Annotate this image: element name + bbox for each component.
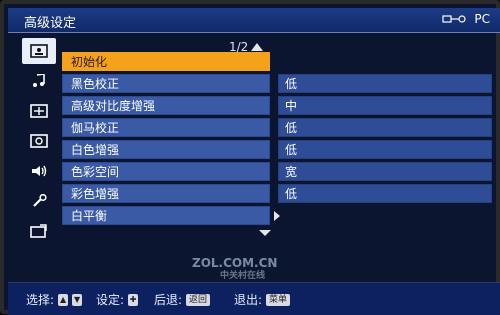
menu-row-reset[interactable]: 初始化	[62, 52, 492, 71]
category-sidebar	[22, 38, 56, 248]
footer-select-hint: 选择: ▲ ▼	[26, 291, 83, 308]
scroll-down-icon[interactable]	[259, 230, 271, 236]
menu-row-label: 黑色校正	[62, 74, 270, 93]
wrench-icon	[33, 194, 47, 207]
menu-row-gamma[interactable]: 伽马校正 低	[62, 118, 492, 137]
menu-row-label: 白平衡	[62, 206, 270, 225]
footer-exit-hint: 退出: 菜单	[234, 291, 291, 308]
menu-key: 菜单	[266, 293, 291, 306]
footer-set-hint: 设定: ✚	[96, 291, 139, 308]
sidebar-item-setup[interactable]	[22, 188, 56, 214]
menu-row-label: 伽马校正	[62, 118, 270, 137]
select-label: 选择:	[26, 293, 55, 307]
menu-row-value[interactable]: 低	[278, 140, 492, 159]
menu-row-label: 高级对比度增强	[62, 96, 270, 115]
menu-row-contrast-enhance[interactable]: 高级对比度增强 中	[62, 96, 492, 115]
menu-row-label: 白色增强	[62, 140, 270, 159]
sidebar-item-picture[interactable]	[22, 38, 56, 64]
enter-key-icon: ✚	[128, 293, 139, 306]
input-source-label: PC	[474, 12, 490, 26]
menu-row-black-correction[interactable]: 黑色校正 低	[62, 74, 492, 93]
menu-row-value[interactable]: 低	[278, 74, 492, 93]
back-key: 返回	[186, 293, 211, 306]
input-select-icon	[30, 224, 47, 238]
sidebar-item-screen[interactable]	[22, 98, 56, 124]
menu-row-color-space[interactable]: 色彩空间 宽	[62, 162, 492, 181]
screen-adjust-icon	[30, 104, 48, 118]
menu-row-label: 彩色增强	[62, 184, 270, 203]
osd-frame: 高级设定 PC 1/2 初始化 黑色校正 低 高级对比度增强 中 伽马校正 低 …	[0, 0, 500, 315]
sidebar-item-audio[interactable]	[22, 68, 56, 94]
watermark: ZOL.COM.CN 中关村在线	[192, 256, 277, 281]
menu-row-value[interactable]: 宽	[278, 162, 492, 181]
menu-row-white-enhance[interactable]: 白色增强 低	[62, 140, 492, 159]
menu-row-value[interactable]: 低	[278, 118, 492, 137]
exit-label: 退出:	[234, 293, 263, 307]
menu-row-label: 色彩空间	[62, 162, 270, 181]
sidebar-item-volume[interactable]	[22, 158, 56, 184]
volume-icon	[32, 165, 47, 177]
menu-row-color-enhance[interactable]: 彩色增强 低	[62, 184, 492, 203]
music-note-icon	[33, 74, 45, 87]
up-key-icon: ▲	[58, 293, 69, 306]
sidebar-item-display[interactable]	[22, 128, 56, 154]
menu-row-white-balance[interactable]: 白平衡	[62, 206, 492, 225]
menu-row-label: 初始化	[62, 52, 270, 71]
menu-row-value[interactable]: 中	[278, 96, 492, 115]
down-key-icon: ▼	[72, 293, 83, 306]
sidebar-item-input[interactable]	[22, 218, 56, 244]
input-source-indicator: PC	[442, 12, 490, 26]
picture-icon	[30, 44, 48, 58]
input-plug-icon	[442, 13, 468, 25]
display-settings-icon	[30, 134, 48, 148]
help-footer: 选择: ▲ ▼ 设定: ✚ 后退: 返回 退出: 菜单	[8, 282, 500, 315]
footer-back-hint: 后退: 返回	[154, 291, 211, 308]
submenu-arrow-icon	[274, 211, 280, 221]
menu-row-value[interactable]: 低	[278, 184, 492, 203]
menu-title: 高级设定	[24, 16, 77, 31]
scroll-up-icon[interactable]	[251, 43, 264, 51]
back-label: 后退:	[154, 293, 183, 307]
title-bar: 高级设定 PC	[8, 8, 500, 33]
set-label: 设定:	[96, 293, 125, 307]
